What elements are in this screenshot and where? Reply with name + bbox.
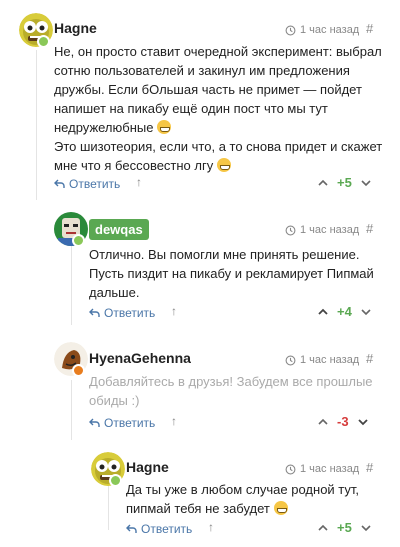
go-to-parent-icon[interactable]: ↑ <box>171 414 177 428</box>
username[interactable]: HyenaGehenna <box>89 350 191 366</box>
reply-arrow-icon <box>126 524 137 533</box>
comment-votes: +5 <box>317 520 372 535</box>
online-status-indicator <box>37 35 50 48</box>
comment-text: Не, он просто ставит очередной экспериме… <box>54 44 383 173</box>
comment-score: +5 <box>337 175 352 190</box>
comment-score: +4 <box>337 304 352 319</box>
reply-arrow-icon <box>54 179 65 188</box>
comment-time: 1 час назад <box>285 354 359 366</box>
clock-history-icon <box>285 355 296 365</box>
comment-text: Добавляйтесь в друзья! Забудем все прошл… <box>89 374 373 408</box>
comment-permalink[interactable]: # <box>366 351 373 366</box>
go-to-parent-icon[interactable]: ↑ <box>171 304 177 318</box>
clock-history-icon <box>285 25 296 35</box>
chevron-down-icon[interactable] <box>360 522 372 534</box>
grinning-emoji-icon <box>273 501 288 515</box>
comment-time: 1 час назад <box>285 224 359 236</box>
reply-button[interactable]: Ответить <box>126 522 192 536</box>
reply-arrow-icon <box>89 308 100 317</box>
username[interactable]: dewqas <box>89 219 149 240</box>
grinning-emoji-icon <box>157 120 172 134</box>
online-status-indicator <box>109 474 122 487</box>
comment-permalink[interactable]: # <box>366 21 373 36</box>
thread-line <box>108 485 109 530</box>
comment-score: +5 <box>337 520 352 535</box>
go-to-parent-icon[interactable]: ↑ <box>208 520 214 534</box>
reply-button[interactable]: Ответить <box>89 306 155 320</box>
comment-text: Да ты уже в любом случае родной тут, пип… <box>126 482 360 516</box>
grinning-emoji-icon <box>216 158 231 172</box>
comment-time: 1 час назад <box>285 463 359 475</box>
chevron-down-icon[interactable] <box>357 416 369 428</box>
thread-line <box>36 50 37 200</box>
comment-score: -3 <box>337 414 349 429</box>
go-to-parent-icon[interactable]: ↑ <box>136 175 142 189</box>
chevron-up-icon[interactable] <box>317 306 329 318</box>
online-status-indicator <box>72 234 85 247</box>
comment-permalink[interactable]: # <box>366 221 373 236</box>
comment-text: Отлично. Вы помогли мне принять решение.… <box>89 247 374 300</box>
chevron-down-icon[interactable] <box>360 306 372 318</box>
comment-votes: +4 <box>317 304 372 319</box>
reply-button[interactable]: Ответить <box>54 177 120 191</box>
clock-history-icon <box>285 225 296 235</box>
chevron-up-icon[interactable] <box>317 177 329 189</box>
chevron-up-icon[interactable] <box>317 522 329 534</box>
comment-votes: -3 <box>317 414 369 429</box>
reply-button[interactable]: Ответить <box>89 416 155 430</box>
thread-line <box>71 380 72 440</box>
comment-permalink[interactable]: # <box>366 460 373 475</box>
comment-time: 1 час назад <box>285 24 359 36</box>
username[interactable]: Hagne <box>126 459 169 475</box>
username[interactable]: Hagne <box>54 20 97 36</box>
thread-line <box>71 245 72 325</box>
chevron-down-icon[interactable] <box>360 177 372 189</box>
clock-history-icon <box>285 464 296 474</box>
reply-arrow-icon <box>89 418 100 427</box>
chevron-up-icon[interactable] <box>317 416 329 428</box>
status-indicator <box>72 364 85 377</box>
comment-votes: +5 <box>317 175 372 190</box>
